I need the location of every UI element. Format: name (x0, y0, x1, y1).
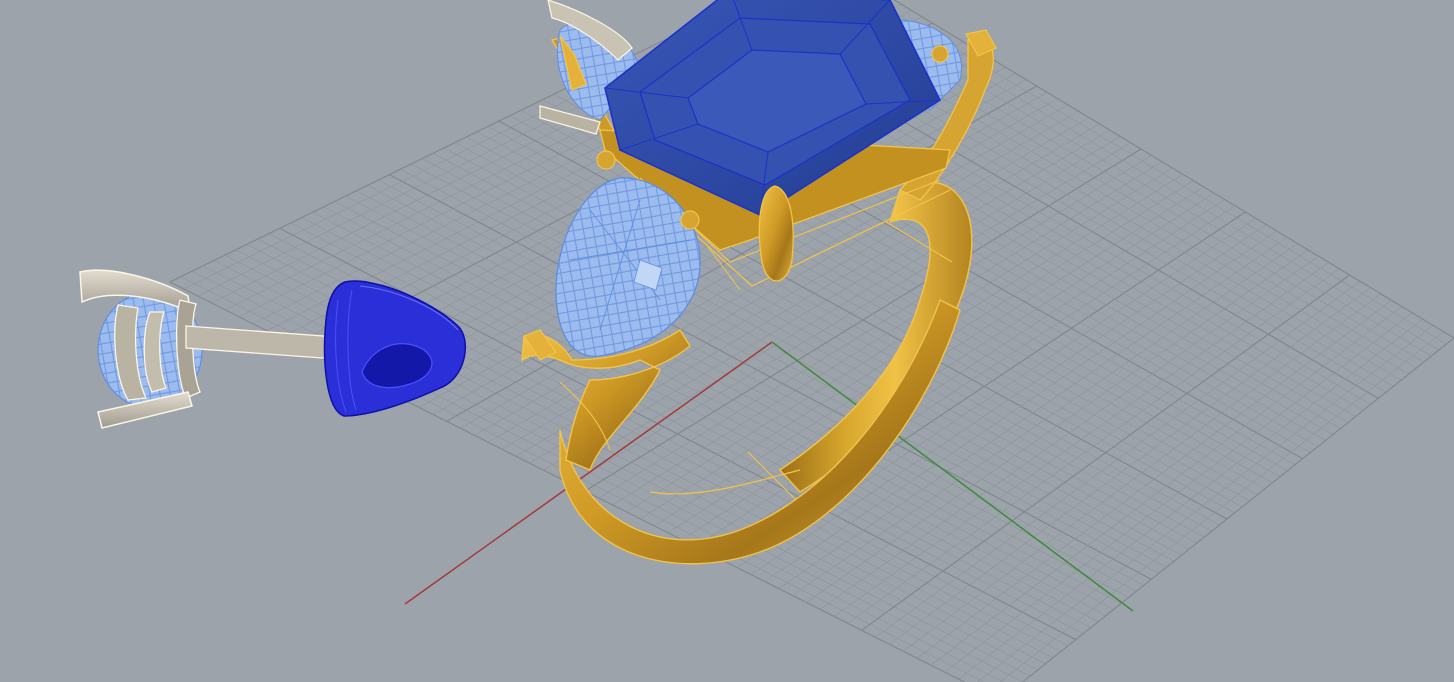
grid-line (1021, 337, 1454, 682)
earring-back[interactable] (323, 280, 466, 417)
grid-line (889, 287, 1371, 645)
grid-line (902, 293, 1382, 652)
grid-line (977, 325, 1434, 682)
grid-line (958, 318, 1423, 680)
grid-line (944, 312, 1413, 673)
x-axis-line (404, 341, 773, 605)
prong-front[interactable] (758, 185, 794, 282)
prong-bead-1[interactable] (596, 150, 616, 170)
perspective-viewport[interactable] (0, 0, 1454, 682)
prong-bead-2[interactable] (680, 210, 700, 230)
scene-svg[interactable] (0, 0, 1454, 682)
prong-bead-3[interactable] (931, 45, 949, 63)
pear-side-stone[interactable] (555, 177, 701, 357)
